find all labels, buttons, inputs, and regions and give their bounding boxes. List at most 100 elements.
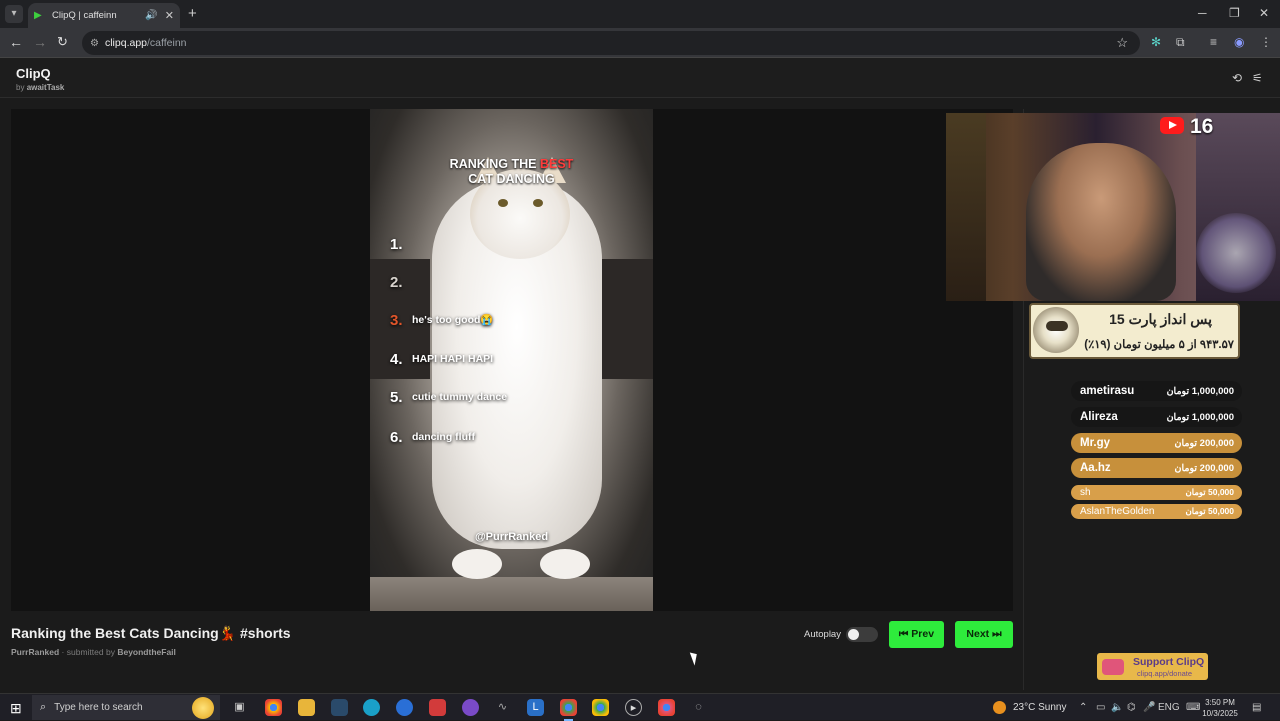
donor-row: AslanTheGolden 50,000 تومان <box>1071 504 1242 519</box>
app-icon-l[interactable]: L <box>527 699 544 716</box>
author-name: awaitTask <box>26 83 65 92</box>
donor-row: Aa.hz 200,000 تومان <box>1071 458 1242 478</box>
donor-row: Alireza 1,000,000 تومان <box>1071 407 1242 427</box>
restore-icon[interactable]: ❐ <box>1229 6 1240 20</box>
support-button[interactable]: Support ClipQ clipq.app/donate <box>1097 653 1208 680</box>
tab-close-icon[interactable]: ✕ <box>165 9 174 22</box>
audio-wave-icon[interactable]: ∿ <box>494 699 511 716</box>
cat-foot-right <box>540 549 590 579</box>
donor-row: ametirasu 1,000,000 تومان <box>1071 381 1242 401</box>
webcam-light <box>1196 213 1276 293</box>
clipq-favicon-icon: ▶ <box>34 9 42 21</box>
submitter-name: BeyondtheFail <box>117 647 176 657</box>
browser-toolbar: ← → ↻ ⚙ clipq.app /caffeinn ☆ ✻ ⧉ ≡ ◉ ⋮ <box>0 28 1280 58</box>
history-icon[interactable]: ⟲ <box>1232 71 1242 85</box>
url-path: /caffeinn <box>147 37 187 49</box>
youtube-viewer-count: 16 <box>1190 115 1214 138</box>
chrome-profile-icon[interactable] <box>592 699 609 716</box>
app-logo[interactable]: ClipQ <box>16 66 51 81</box>
reload-icon[interactable]: ↻ <box>57 34 68 50</box>
search-icon: ⌕ <box>40 701 47 713</box>
profile-avatar-icon[interactable]: ◉ <box>1234 35 1244 49</box>
weather-icon <box>993 701 1006 714</box>
back-icon[interactable]: ← <box>9 34 23 50</box>
app-icon-blue[interactable] <box>396 699 413 716</box>
sleeve-right <box>593 259 653 379</box>
rank-4: 4. HAPI HAPI HAPI <box>390 351 494 368</box>
taskbar-clock[interactable]: 3:50 PM 10/3/2025 <box>1200 697 1240 719</box>
video-overlay-title: RANKING THE BEST CAT DANCING <box>449 157 574 186</box>
extension-icon[interactable]: ✻ <box>1151 35 1161 49</box>
keyboard-icon[interactable]: ⌨ <box>1186 702 1200 713</box>
app-icon-circle[interactable]: ◌ <box>690 699 707 716</box>
file-explorer-icon[interactable] <box>298 699 315 716</box>
media-player-icon[interactable]: ▸ <box>625 699 642 716</box>
tray-overflow-icon[interactable]: ⌃ <box>1079 702 1087 713</box>
windows-start-icon[interactable]: ⊞ <box>10 700 22 717</box>
autoplay-label: Autoplay <box>804 629 841 640</box>
prev-button[interactable]: ⏮ Prev <box>889 621 944 648</box>
microphone-icon[interactable]: 🎤 <box>1143 702 1155 713</box>
clock-date: 10/3/2025 <box>1202 709 1238 718</box>
video-title: Ranking the Best Cats Dancing💃 #shorts <box>11 625 291 641</box>
volume-icon[interactable]: 🔈 <box>1111 702 1123 713</box>
goal-progress: ۹۴۳.۵۷ از ۵ میلیون تومان (۱۹٪) <box>1084 339 1234 351</box>
browser-menu-icon[interactable]: ⋮ <box>1260 35 1272 49</box>
language-indicator[interactable]: ENG <box>1158 702 1180 713</box>
app-header: ClipQ by awaitTask ⟲ ⚟ <box>0 58 1280 98</box>
webcam-person <box>1026 143 1176 301</box>
app-icon-red[interactable] <box>429 699 446 716</box>
channel-name[interactable]: PurrRanked <box>11 647 59 657</box>
chrome-active-icon[interactable] <box>560 699 577 721</box>
next-button[interactable]: Next ⏭ <box>955 621 1013 648</box>
minimize-icon[interactable]: ─ <box>1198 6 1207 20</box>
clock-time: 3:50 PM <box>1205 698 1235 707</box>
cat-eye-left <box>498 199 508 207</box>
media-controls-icon[interactable]: ≡ <box>1210 35 1217 49</box>
video-frame[interactable]: RANKING THE BEST CAT DANCING 1. 2. 3. he'… <box>370 109 653 611</box>
bookmark-star-icon[interactable]: ☆ <box>1116 35 1128 51</box>
rank-5: 5. cutie tummy dance <box>390 389 508 406</box>
streamer-webcam <box>946 113 1280 301</box>
webcam-shelf-left <box>946 113 986 301</box>
settings-sliders-icon[interactable]: ⚟ <box>1252 71 1263 85</box>
support-title: Support ClipQ <box>1133 656 1205 668</box>
browser-tab-active[interactable]: ▶ ClipQ | caffeinn 🔊 ✕ <box>28 3 180 28</box>
video-player[interactable]: RANKING THE BEST CAT DANCING 1. 2. 3. he'… <box>11 109 1013 611</box>
app-icon-purple[interactable] <box>462 699 479 716</box>
chrome-icon[interactable] <box>265 699 282 716</box>
donor-row: Mr.gy 200,000 تومان <box>1071 433 1242 453</box>
taskbar-search-placeholder: Type here to search <box>54 702 143 713</box>
mouse-cursor-icon <box>689 650 701 666</box>
app-byline: by awaitTask <box>16 83 65 92</box>
donor-row: sh 50,000 تومان <box>1071 485 1242 500</box>
support-url: clipq.app/donate <box>1137 669 1193 678</box>
tray-icon-1[interactable]: ▭ <box>1096 702 1105 713</box>
video-watermark: @PurrRanked <box>474 531 549 543</box>
audio-playing-icon[interactable]: 🔊 <box>145 10 157 21</box>
video-meta: PurrRanked · submitted by BeyondtheFail <box>11 647 176 657</box>
rank-2: 2. <box>390 274 403 291</box>
rank-1: 1. <box>390 236 403 253</box>
rank-6: 6. dancing fluff <box>390 429 475 446</box>
tab-list-button[interactable]: ▾ <box>5 5 23 23</box>
forward-icon[interactable]: → <box>33 34 47 50</box>
chrome-profile-2-icon[interactable] <box>658 699 675 716</box>
rank-3: 3. he's too good😭 <box>390 312 494 329</box>
window-close-icon[interactable]: ✕ <box>1259 6 1269 20</box>
edge-icon[interactable] <box>363 699 380 716</box>
task-view-icon[interactable]: ▣ <box>231 699 248 716</box>
site-info-icon[interactable]: ⚙ <box>90 38 99 49</box>
goal-title: پس انداز پارت 15 <box>1109 311 1212 327</box>
support-heart-icon <box>1102 659 1124 675</box>
taskbar-search[interactable]: ⌕ Type here to search <box>32 695 220 720</box>
weather-text[interactable]: 23°C Sunny <box>1013 702 1066 713</box>
steam-icon[interactable] <box>331 699 348 716</box>
new-tab-button[interactable]: + <box>188 5 197 22</box>
url-host: clipq.app <box>104 37 147 49</box>
network-icon[interactable]: ⌬ <box>1127 702 1136 713</box>
autoplay-toggle[interactable] <box>846 627 878 642</box>
notifications-icon[interactable]: ▤ <box>1252 702 1261 713</box>
address-bar[interactable]: ⚙ clipq.app /caffeinn ☆ <box>82 31 1140 55</box>
extensions-puzzle-icon[interactable]: ⧉ <box>1176 35 1185 50</box>
